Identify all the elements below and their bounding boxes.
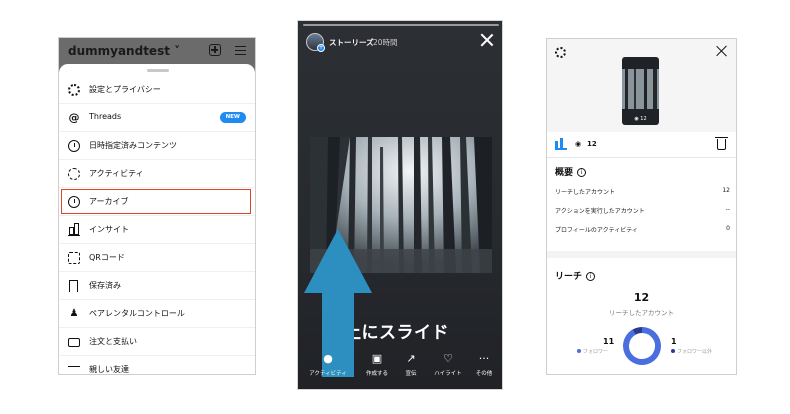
activity-icon [68, 168, 80, 180]
menu-item-scheduled[interactable]: 日時指定済みコンテンツ [59, 132, 255, 160]
followers-label: フォロワー [577, 348, 608, 355]
followers-value: 11 [603, 337, 615, 346]
menu-item-settings[interactable]: 設定とプライバシー [59, 76, 255, 104]
bar-chart-icon [68, 223, 80, 236]
menu-header: dummyandtest ˅ [59, 38, 255, 64]
overview-row[interactable]: リーチしたアカウント 12 [555, 187, 730, 199]
threads-icon: @ [68, 111, 80, 124]
menu-sheet: 設定とプライバシー @ Threads NEW 日時指定済みコンテンツ アクティ… [59, 64, 255, 374]
trash-icon[interactable] [715, 137, 728, 150]
bar-chart-icon[interactable] [555, 138, 567, 150]
overview-row[interactable]: アクションを実行したアカウント -- [555, 206, 730, 218]
menu-item-archive[interactable]: アーカイブ [59, 188, 255, 216]
menu-item-label: 注文と支払い [89, 337, 137, 346]
overview-heading: 概要 i [555, 165, 587, 178]
section-divider [547, 251, 736, 258]
donut-slice-0 [623, 327, 661, 365]
gear-icon[interactable] [555, 47, 566, 58]
menu-item-label: 親しい友達 [89, 365, 129, 374]
menu-panel: dummyandtest ˅ 設定とプライバシー @ Threads NEW 日… [58, 37, 256, 375]
insights-panel: ◉ 12 ◉ 12 概要 i リーチしたアカウント 12 アクションを実行したアカ… [546, 38, 737, 375]
story-timestamp: 20時間 [373, 38, 398, 47]
more-button[interactable]: ··· その他 [464, 352, 502, 378]
eye-icon[interactable]: ◉ [575, 140, 581, 148]
story-panel: + ストーリーズ 20時間 tes [297, 20, 503, 390]
reach-heading: リーチ i [555, 269, 596, 282]
credit-card-icon [68, 338, 80, 347]
info-icon[interactable]: i [577, 168, 587, 177]
create-icon: ▣ [371, 352, 383, 365]
add-story-icon: + [317, 44, 325, 52]
menu-item-close-friends[interactable]: 親しい友達 [59, 356, 255, 374]
highlight-button[interactable]: ♡ ハイライト [428, 352, 468, 378]
qr-code-icon [68, 252, 80, 264]
gear-icon [68, 84, 80, 96]
overview-row[interactable]: プロフィールのアクティビティ 0 [555, 225, 730, 237]
activity-button[interactable]: ● アクティビティ [308, 352, 348, 378]
menu-item-label: 日時指定済みコンテンツ [89, 141, 177, 150]
create-icon[interactable] [209, 44, 221, 56]
donut-slice-1 [632, 327, 643, 335]
trend-icon: ↗ [406, 352, 416, 365]
heart-circle-icon: ♡ [443, 352, 453, 365]
username-switcher[interactable]: dummyandtest ˅ [68, 44, 180, 58]
people-icon: ♟ [69, 308, 79, 319]
thumbnail-photo [622, 69, 659, 109]
info-icon[interactable]: i [586, 272, 596, 281]
bookmark-icon [69, 280, 78, 292]
menu-item-qr-code[interactable]: QRコード [59, 244, 255, 272]
insights-tabs: ◉ 12 [547, 132, 736, 158]
activity-avatar-icon: ● [323, 352, 333, 365]
menu-item-insights[interactable]: インサイト [59, 216, 255, 244]
menu-item-orders-payments[interactable]: 注文と支払い [59, 328, 255, 356]
reach-value: 12 [633, 291, 650, 304]
close-icon[interactable] [480, 33, 494, 47]
menu-item-label: アーカイブ [89, 197, 129, 206]
sheet-handle[interactable] [147, 69, 169, 72]
close-icon[interactable] [716, 45, 728, 57]
story-thumbnail[interactable]: ◉ 12 [622, 57, 659, 125]
thumbnail-view-count: ◉ 12 [634, 116, 647, 122]
insights-header: ◉ 12 [547, 39, 736, 132]
menu-item-label: ペアレンタルコントロール [89, 309, 185, 318]
menu-item-label: QRコード [89, 253, 125, 262]
menu-item-activity[interactable]: アクティビティ [59, 160, 255, 188]
menu-item-parental-control[interactable]: ♟ ペアレンタルコントロール [59, 300, 255, 328]
reach-label: リーチしたアカウント [609, 309, 674, 317]
menu-item-label: インサイト [89, 225, 129, 234]
promote-button[interactable]: ↗ 宣伝 [391, 352, 431, 378]
menu-item-label: アクティビティ [89, 169, 144, 178]
reach-donut-chart [623, 327, 661, 365]
menu-item-threads[interactable]: @ Threads NEW [59, 104, 255, 132]
story-action-bar: ● アクティビティ ▣ 作成する ↗ 宣伝 ♡ ハイライト ··· その他 [298, 347, 502, 389]
archive-icon [68, 196, 80, 208]
list-icon [68, 366, 80, 374]
story-progress-bar [303, 24, 499, 26]
hamburger-menu-icon[interactable] [235, 46, 246, 55]
view-count: 12 [587, 140, 597, 148]
menu-item-label: 設定とプライバシー [89, 85, 161, 94]
clock-icon [68, 140, 80, 152]
non-followers-label: フォロワー以外 [671, 348, 712, 355]
story-title: ストーリーズ [329, 38, 374, 47]
non-followers-value: 1 [671, 337, 677, 346]
menu-item-saved[interactable]: 保存済み [59, 272, 255, 300]
new-badge: NEW [219, 112, 246, 123]
menu-item-label: 保存済み [89, 281, 121, 290]
more-icon: ··· [478, 352, 490, 365]
menu-item-label: Threads [89, 112, 122, 121]
